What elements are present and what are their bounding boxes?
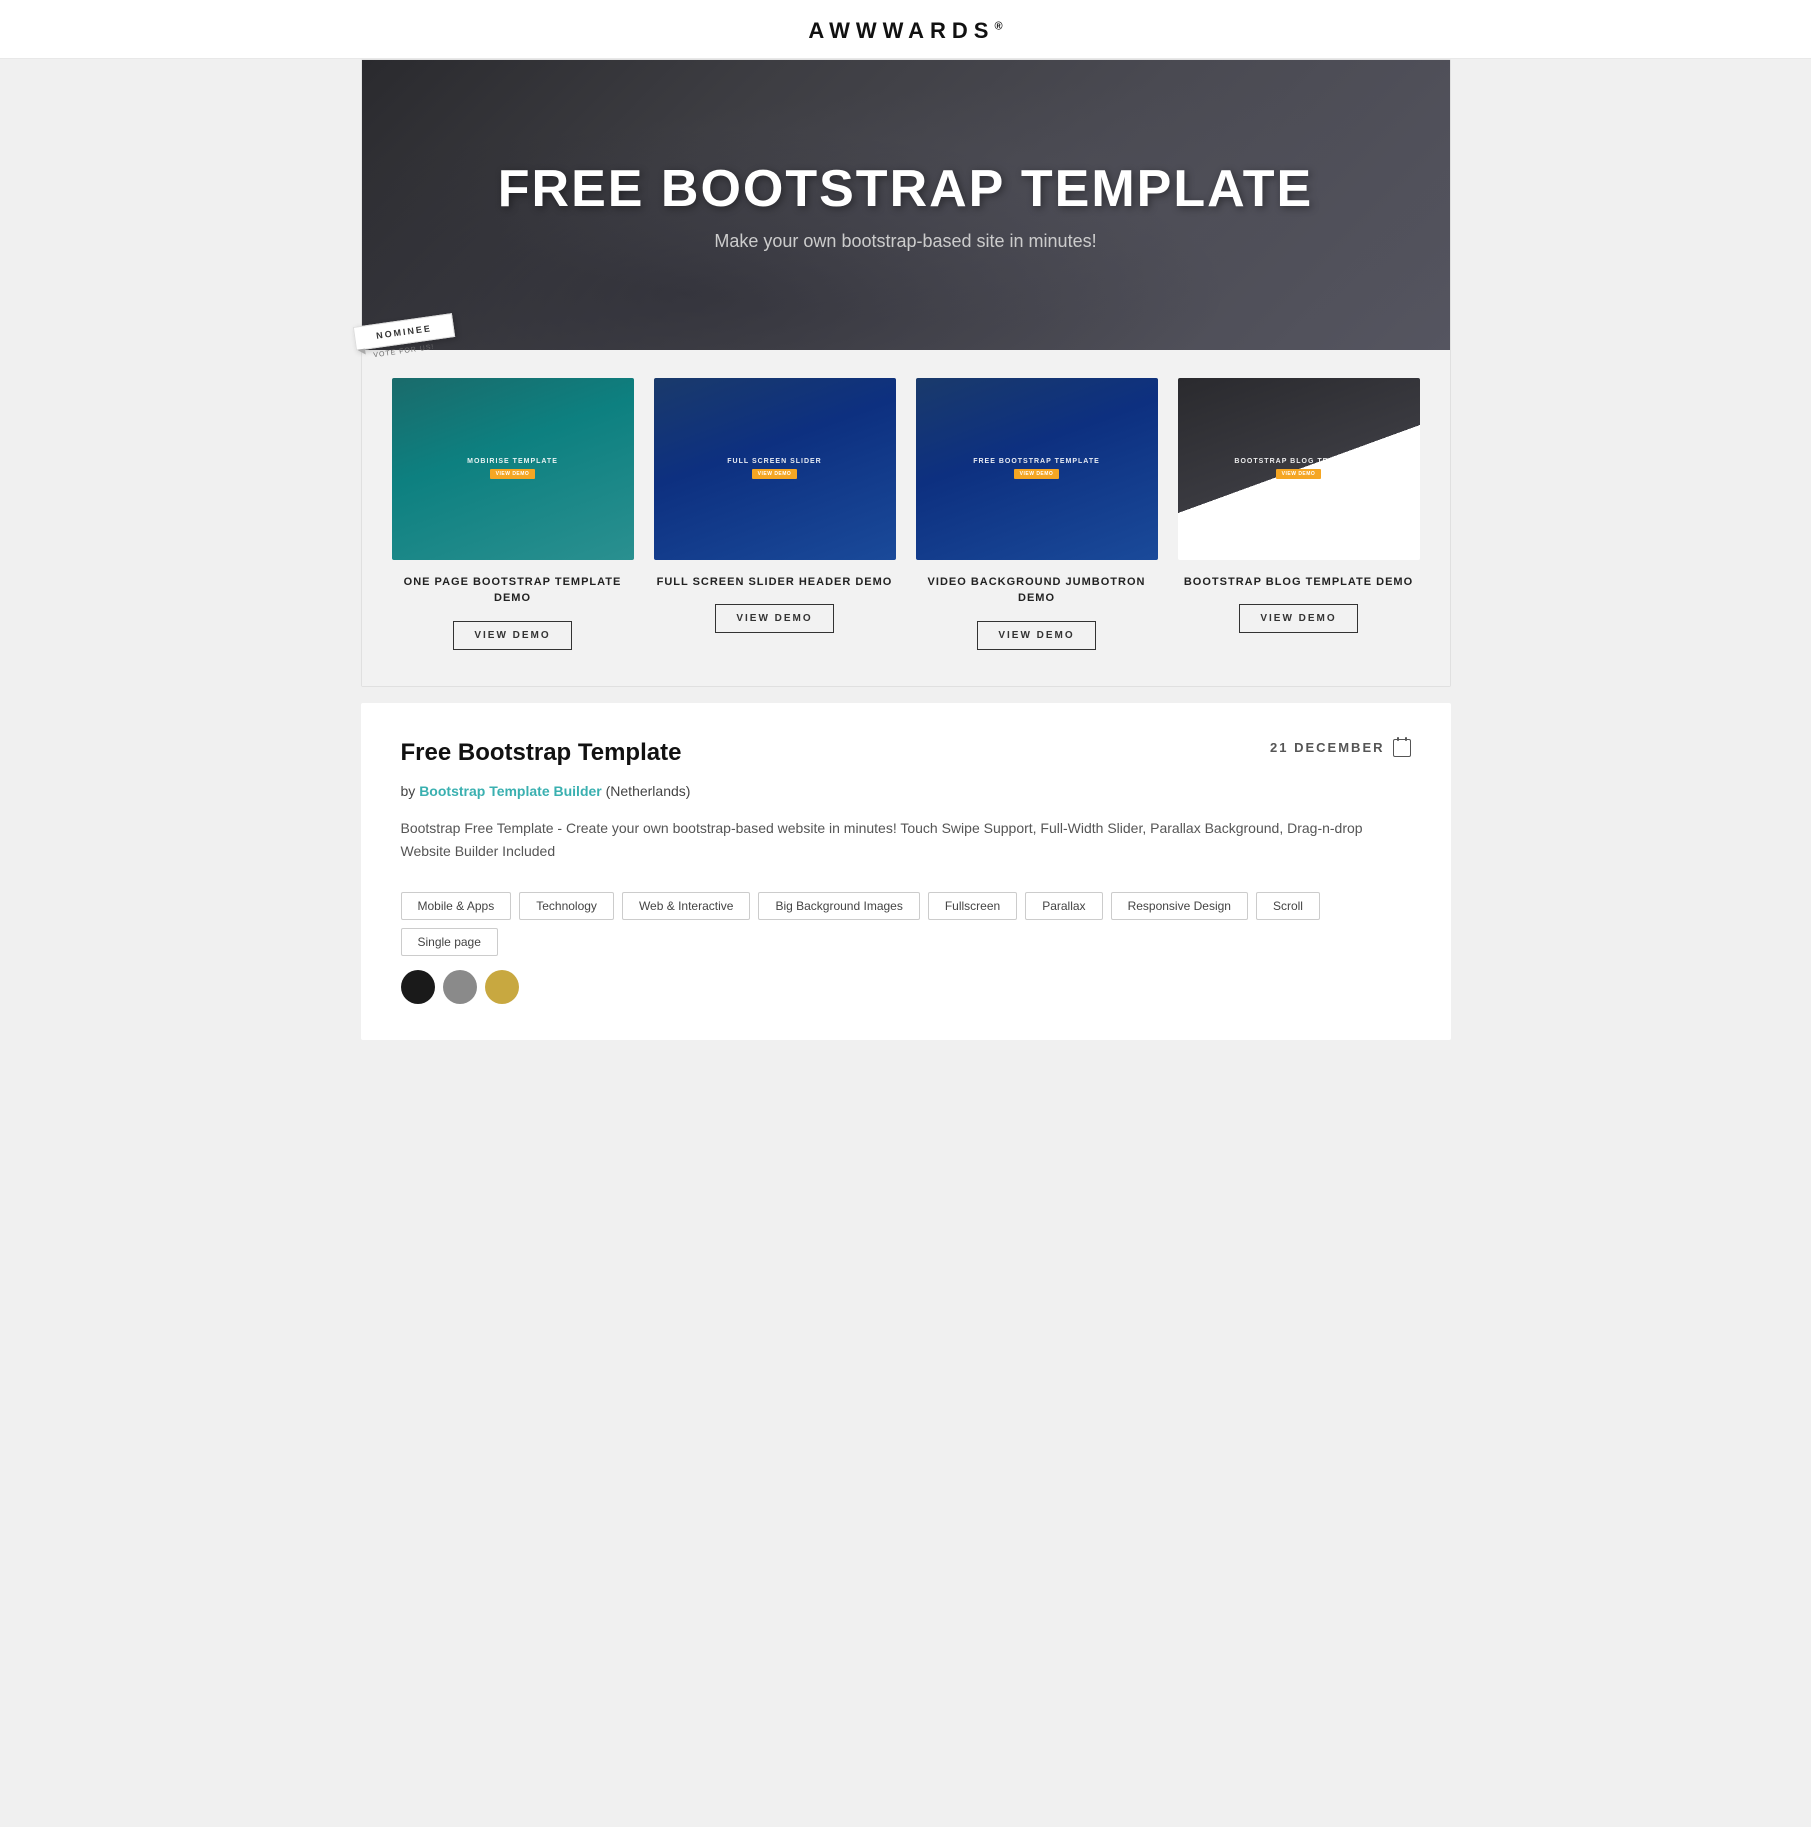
- info-header: Free Bootstrap Template 21 DECEMBER: [401, 739, 1411, 767]
- thumb-btn-1: VIEW DEMO: [490, 469, 536, 479]
- demo-item-3: FREE BOOTSTRAP TEMPLATE VIEW DEMO VIDEO …: [906, 378, 1168, 670]
- logo-text: AWWWARDS: [808, 18, 994, 43]
- color-swatch-gray[interactable]: [443, 970, 477, 1004]
- tag-5[interactable]: Parallax: [1025, 892, 1102, 920]
- site-title: Free Bootstrap Template: [401, 739, 682, 767]
- preview-section: FREE BOOTSTRAP TEMPLATE Make your own bo…: [361, 59, 1451, 687]
- thumb-label-3: FREE BOOTSTRAP TEMPLATE: [973, 458, 1100, 465]
- author-suffix: (Netherlands): [606, 783, 691, 799]
- tags-row: Mobile & AppsTechnology Web & Interactive…: [401, 892, 1411, 956]
- date-text: 21 DECEMBER: [1270, 740, 1384, 755]
- thumb-btn-4: VIEW DEMO: [1276, 469, 1322, 479]
- color-swatch-gold[interactable]: [485, 970, 519, 1004]
- demo-item-4: BOOTSTRAP BLOG TEMPLATE VIEW DEMO BOOTST…: [1168, 378, 1430, 670]
- demo-name-4: BOOTSTRAP BLOG TEMPLATE DEMO: [1184, 574, 1413, 591]
- demo-thumbnail-4: BOOTSTRAP BLOG TEMPLATE VIEW DEMO: [1178, 378, 1420, 560]
- hero-subtitle: Make your own bootstrap-based site in mi…: [714, 231, 1096, 252]
- tag-1[interactable]: Technology: [519, 892, 614, 920]
- view-demo-button-1[interactable]: VIEW DEMO: [453, 621, 571, 650]
- calendar-icon: [1393, 739, 1411, 757]
- nominee-text: NOMINEE: [375, 323, 432, 341]
- thumb-btn-2: VIEW DEMO: [752, 469, 798, 479]
- view-demo-button-2[interactable]: VIEW DEMO: [715, 604, 833, 633]
- demo-thumbnail-2: FULL SCREEN SLIDER VIEW DEMO: [654, 378, 896, 560]
- date-info: 21 DECEMBER: [1270, 739, 1410, 757]
- thumb-label-2: FULL SCREEN SLIDER: [727, 458, 822, 465]
- demo-name-2: FULL SCREEN SLIDER HEADER DEMO: [657, 574, 893, 591]
- view-demo-button-3[interactable]: VIEW DEMO: [977, 621, 1095, 650]
- site-logo: AWWWARDS®: [0, 18, 1811, 44]
- colors-row: [401, 970, 1411, 1004]
- author-line: by Bootstrap Template Builder (Netherlan…: [401, 783, 1411, 799]
- thumb-btn-3: VIEW DEMO: [1014, 469, 1060, 479]
- hero-title: FREE BOOTSTRAP TEMPLATE: [498, 159, 1313, 219]
- author-prefix: by: [401, 783, 416, 799]
- view-demo-button-4[interactable]: VIEW DEMO: [1239, 604, 1357, 633]
- demo-name-3: VIDEO BACKGROUND JUMBOTRON DEMO: [916, 574, 1158, 607]
- tag-0[interactable]: Mobile & Apps: [401, 892, 512, 920]
- hero-banner: FREE BOOTSTRAP TEMPLATE Make your own bo…: [362, 60, 1450, 350]
- tag-8[interactable]: Single page: [401, 928, 498, 956]
- site-header: AWWWARDS®: [0, 0, 1811, 59]
- main-container: FREE BOOTSTRAP TEMPLATE Make your own bo…: [361, 59, 1451, 1080]
- demo-name-1: ONE PAGE BOOTSTRAP TEMPLATE DEMO: [392, 574, 634, 607]
- demo-thumbnail-1: MOBIRISE TEMPLATE VIEW DEMO: [392, 378, 634, 560]
- nominee-badge: NOMINEE VOTE FOR US!: [354, 320, 454, 355]
- info-section: Free Bootstrap Template 21 DECEMBER by B…: [361, 703, 1451, 1041]
- demo-item-2: FULL SCREEN SLIDER VIEW DEMO FULL SCREEN…: [644, 378, 906, 670]
- tag-4[interactable]: Fullscreen: [928, 892, 1017, 920]
- color-swatch-black[interactable]: [401, 970, 435, 1004]
- tag-2[interactable]: Web & Interactive: [622, 892, 751, 920]
- thumb-label-1: MOBIRISE TEMPLATE: [467, 458, 558, 465]
- thumb-label-4: BOOTSTRAP BLOG TEMPLATE: [1234, 458, 1362, 465]
- demo-grid: MOBIRISE TEMPLATE VIEW DEMO ONE PAGE BOO…: [362, 350, 1450, 686]
- demo-item-1: MOBIRISE TEMPLATE VIEW DEMO ONE PAGE BOO…: [382, 378, 644, 670]
- demo-thumbnail-3: FREE BOOTSTRAP TEMPLATE VIEW DEMO: [916, 378, 1158, 560]
- logo-suffix: ®: [994, 21, 1002, 33]
- author-link[interactable]: Bootstrap Template Builder: [419, 783, 602, 799]
- tag-7[interactable]: Scroll: [1256, 892, 1320, 920]
- tag-6[interactable]: Responsive Design: [1111, 892, 1248, 920]
- description: Bootstrap Free Template - Create your ow…: [401, 817, 1411, 865]
- tag-3[interactable]: Big Background Images: [758, 892, 919, 920]
